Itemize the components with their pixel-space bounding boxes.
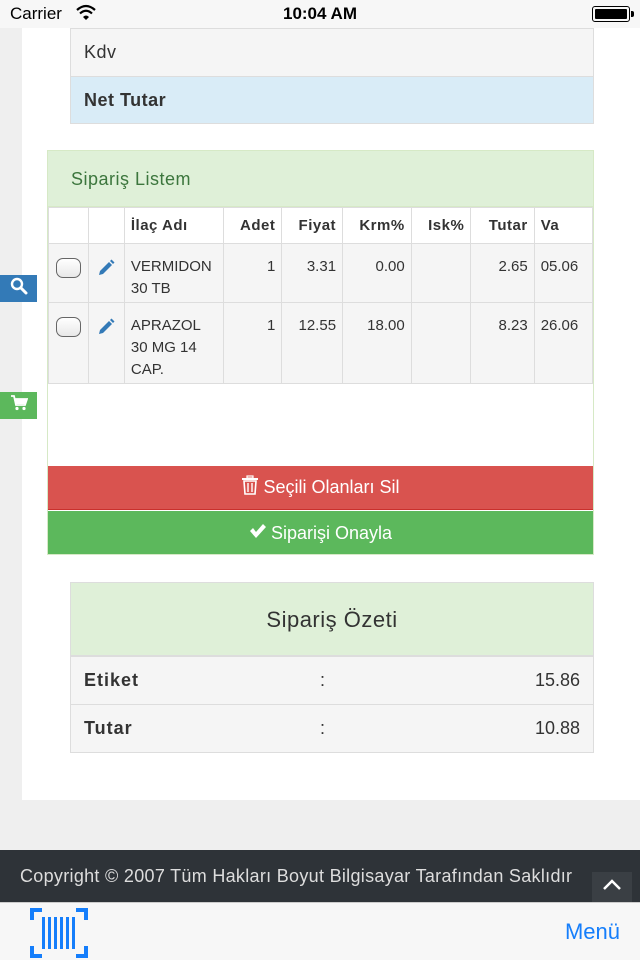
column-header-krm[interactable]: Krm% [342,207,412,244]
bottom-tab-bar: Menü [0,902,640,960]
menu-button[interactable]: Menü [565,919,620,945]
summary-colon: : [320,718,326,738]
order-items-table: İlaç Adı Adet Fiyat Krm% Isk% Tutar Va V… [48,207,593,384]
check-icon [249,523,267,544]
totals-table: Kdv Net Tutar [70,28,594,124]
row-tutar: 8.23 [470,302,535,384]
column-header-tutar[interactable]: Tutar [470,207,535,244]
column-header-va[interactable]: Va [533,207,593,244]
row-adet: 1 [222,243,283,303]
cart-toggle-button[interactable] [0,392,37,419]
column-header-adet[interactable]: Adet [222,207,283,244]
order-summary-panel: Sipariş Özeti Etiket : 15.86 Tutar : 10.… [70,582,594,753]
status-bar: Carrier 10:04 AM [0,0,640,28]
row-checkbox[interactable] [55,258,81,278]
row-krm: 18.00 [342,302,412,384]
cart-icon [10,395,28,416]
summary-row-tutar: Tutar : 10.88 [71,704,593,752]
page-content: Kdv Net Tutar Sipariş Listem İlaç Adı Ad… [22,28,640,800]
barcode-icon[interactable] [30,908,88,960]
row-checkbox[interactable] [55,317,81,337]
column-header-edit [87,207,125,244]
order-list-title: Sipariş Listem [48,151,593,207]
kdv-row: Kdv [71,28,593,76]
clock: 10:04 AM [282,4,357,23]
column-header-select [48,207,89,244]
scroll-to-top-button[interactable] [592,872,632,902]
row-va: 05.06 [533,243,593,303]
row-fiyat: 12.55 [281,302,344,384]
footer-copyright: Copyright © 2007 Tüm Hakları Boyut Bilgi… [0,850,640,902]
table-header-row: İlaç Adı Adet Fiyat Krm% Isk% Tutar Va [48,207,593,244]
search-icon [10,277,28,300]
table-row: VERMIDON 30 TB 1 3.31 0.00 2.65 05.06 [48,243,593,303]
battery-icon [592,6,634,22]
row-tutar: 2.65 [470,243,535,303]
pencil-icon[interactable] [96,317,116,344]
delete-selected-button[interactable]: Seçili Olanları Sil [48,466,593,510]
confirm-order-button[interactable]: Siparişi Onayla [48,511,593,554]
column-header-name[interactable]: İlaç Adı [123,207,224,244]
search-toggle-button[interactable] [0,275,37,302]
column-header-fiyat[interactable]: Fiyat [281,207,344,244]
trash-icon [241,475,259,500]
summary-label: Etiket [84,670,140,690]
row-select-cell [48,243,89,303]
summary-label: Tutar [84,718,133,738]
row-adet: 1 [222,302,283,384]
row-isk [410,302,472,384]
order-summary-title: Sipariş Özeti [71,583,593,656]
summary-row-etiket: Etiket : 15.86 [71,656,593,704]
order-list-panel: Sipariş Listem İlaç Adı Adet Fiyat Krm% … [47,150,594,555]
net-total-row: Net Tutar [71,76,593,123]
row-name: APRAZOL 30 MG 14 CAP. [123,302,224,384]
pencil-icon[interactable] [96,258,116,285]
summary-colon: : [320,670,326,690]
row-va: 26.06 [533,302,593,384]
row-edit-cell [87,302,125,384]
confirm-order-label: Siparişi Onayla [270,522,393,543]
row-krm: 0.00 [342,243,412,303]
summary-value: 15.86 [534,670,580,690]
chevron-up-icon [602,878,622,896]
row-edit-cell [87,243,125,303]
summary-value: 10.88 [534,718,580,738]
table-row: APRAZOL 30 MG 14 CAP. 1 12.55 18.00 8.23… [48,302,593,384]
column-header-isk[interactable]: Isk% [410,207,472,244]
delete-selected-label: Seçili Olanları Sil [263,477,400,497]
row-fiyat: 3.31 [281,243,344,303]
row-name: VERMIDON 30 TB [123,243,224,303]
row-isk [410,243,472,303]
row-select-cell [48,302,89,384]
